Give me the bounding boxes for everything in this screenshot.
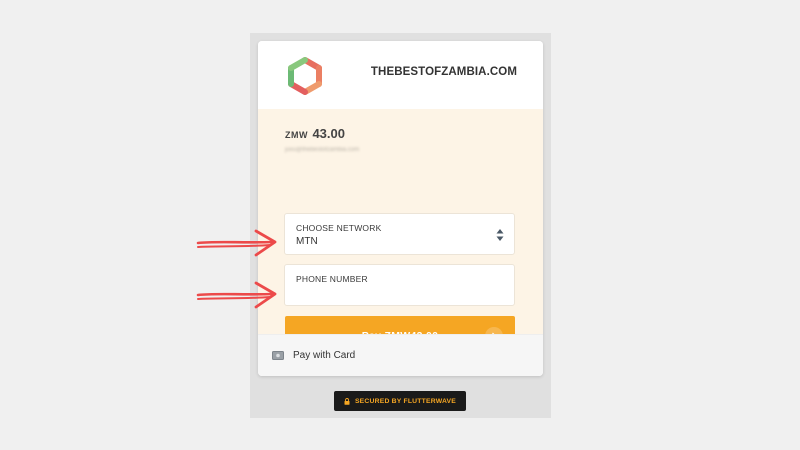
- phone-number-label: PHONE NUMBER: [296, 274, 368, 284]
- arrow-right-icon: [196, 281, 277, 309]
- amount-display: ZMW 43.00: [285, 125, 345, 143]
- secured-badge-label: SECURED BY FLUTTERWAVE: [354, 397, 457, 405]
- card-icon: [272, 351, 284, 360]
- payment-form: ZMW 43.00 juvu@thebestofzambia.com CHOOS…: [258, 109, 543, 356]
- pay-with-card-label: Pay with Card: [293, 350, 356, 361]
- lock-icon: [344, 397, 350, 405]
- pay-with-card-option[interactable]: Pay with Card: [258, 334, 543, 376]
- payment-card: THEBESTOFZAMBIA.COM ZMW 43.00 juvu@thebe…: [258, 41, 543, 376]
- network-value: MTN: [296, 236, 318, 247]
- hexagon-logo: [288, 57, 322, 95]
- customer-email: juvu@thebestofzambia.com: [285, 147, 360, 153]
- network-label: CHOOSE NETWORK: [296, 223, 382, 233]
- amount-value: 43.00: [312, 126, 345, 141]
- select-arrows-icon: [496, 229, 504, 241]
- arrow-right-icon: [196, 229, 277, 257]
- amount-currency: ZMW: [285, 130, 308, 140]
- phone-number-field[interactable]: PHONE NUMBER: [284, 264, 515, 306]
- secured-badge: SECURED BY FLUTTERWAVE: [334, 391, 466, 411]
- card-header: THEBESTOFZAMBIA.COM: [258, 41, 543, 109]
- merchant-name: THEBESTOFZAMBIA.COM: [370, 66, 517, 78]
- network-select[interactable]: CHOOSE NETWORK MTN: [284, 213, 515, 255]
